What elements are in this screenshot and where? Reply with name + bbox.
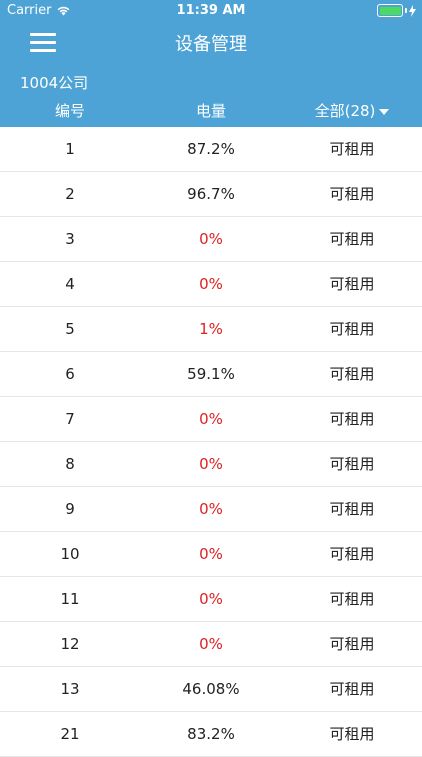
device-status: 可租用 [329, 680, 375, 698]
caret-down-icon [379, 108, 390, 115]
device-power: 0% [199, 410, 223, 428]
device-status: 可租用 [329, 545, 375, 563]
device-status: 可租用 [329, 590, 375, 608]
header: Carrier 11:39 AM 设备管理 1004公司 编号 电量 全部(28… [0, 0, 422, 127]
device-row[interactable]: 3 0% 可租用 [0, 217, 422, 262]
device-row[interactable]: 10 0% 可租用 [0, 532, 422, 577]
device-power: 0% [199, 590, 223, 608]
device-row[interactable]: 21 83.2% 可租用 [0, 712, 422, 757]
device-list: 1 87.2% 可租用 2 96.7% 可租用 3 0% 可租用 4 0% 可租用 5 1% 可租用… [0, 127, 422, 757]
device-row[interactable]: 1 87.2% 可租用 [0, 127, 422, 172]
device-row[interactable]: 9 0% 可租用 [0, 487, 422, 532]
device-id: 5 [65, 320, 75, 338]
device-status: 可租用 [329, 410, 375, 428]
device-status: 可租用 [329, 230, 375, 248]
device-id: 4 [65, 275, 75, 293]
charging-icon [409, 4, 416, 17]
device-status: 可租用 [329, 455, 375, 473]
device-power: 0% [199, 500, 223, 518]
device-id: 9 [65, 500, 75, 518]
device-status: 可租用 [329, 500, 375, 518]
status-filter-label: 全部(28) [314, 102, 376, 120]
company-name: 1004公司 [20, 74, 89, 92]
column-header-id: 编号 [54, 102, 85, 120]
device-row[interactable]: 12 0% 可租用 [0, 622, 422, 667]
device-row[interactable]: 4 0% 可租用 [0, 262, 422, 307]
device-status: 可租用 [329, 275, 375, 293]
device-power: 87.2% [187, 140, 235, 158]
device-row[interactable]: 11 0% 可租用 [0, 577, 422, 622]
device-id: 10 [60, 545, 80, 563]
battery-icon [377, 4, 416, 17]
device-power: 0% [199, 230, 223, 248]
column-header-power: 电量 [195, 102, 226, 120]
page-title: 设备管理 [175, 34, 247, 55]
device-status: 可租用 [329, 140, 375, 158]
device-status: 可租用 [329, 635, 375, 653]
device-id: 11 [60, 590, 80, 608]
device-power: 1% [199, 320, 223, 338]
device-row[interactable]: 6 59.1% 可租用 [0, 352, 422, 397]
device-status: 可租用 [329, 725, 375, 743]
device-id: 6 [65, 365, 75, 383]
device-row[interactable]: 5 1% 可租用 [0, 307, 422, 352]
device-row[interactable]: 13 46.08% 可租用 [0, 667, 422, 712]
device-power: 96.7% [187, 185, 235, 203]
device-power: 83.2% [187, 725, 235, 743]
device-row[interactable]: 7 0% 可租用 [0, 397, 422, 442]
device-power: 46.08% [182, 680, 240, 698]
device-power: 0% [199, 545, 223, 563]
device-id: 13 [60, 680, 80, 698]
status-time: 11:39 AM [176, 3, 246, 18]
device-power: 0% [199, 455, 223, 473]
device-row[interactable]: 8 0% 可租用 [0, 442, 422, 487]
device-id: 21 [60, 725, 80, 743]
column-headers: 编号 电量 全部(28) [0, 100, 422, 122]
device-id: 8 [65, 455, 75, 473]
device-id: 1 [65, 140, 75, 158]
device-status: 可租用 [329, 365, 375, 383]
device-power: 0% [199, 275, 223, 293]
device-id: 12 [60, 635, 80, 653]
status-bar: Carrier 11:39 AM [0, 0, 422, 22]
device-power: 0% [199, 635, 223, 653]
device-id: 3 [65, 230, 75, 248]
device-status: 可租用 [329, 185, 375, 203]
status-filter-dropdown[interactable]: 全部(28) [282, 100, 422, 121]
device-row[interactable]: 2 96.7% 可租用 [0, 172, 422, 217]
device-status: 可租用 [329, 320, 375, 338]
device-id: 7 [65, 410, 75, 428]
device-power: 59.1% [187, 365, 235, 383]
device-id: 2 [65, 185, 75, 203]
